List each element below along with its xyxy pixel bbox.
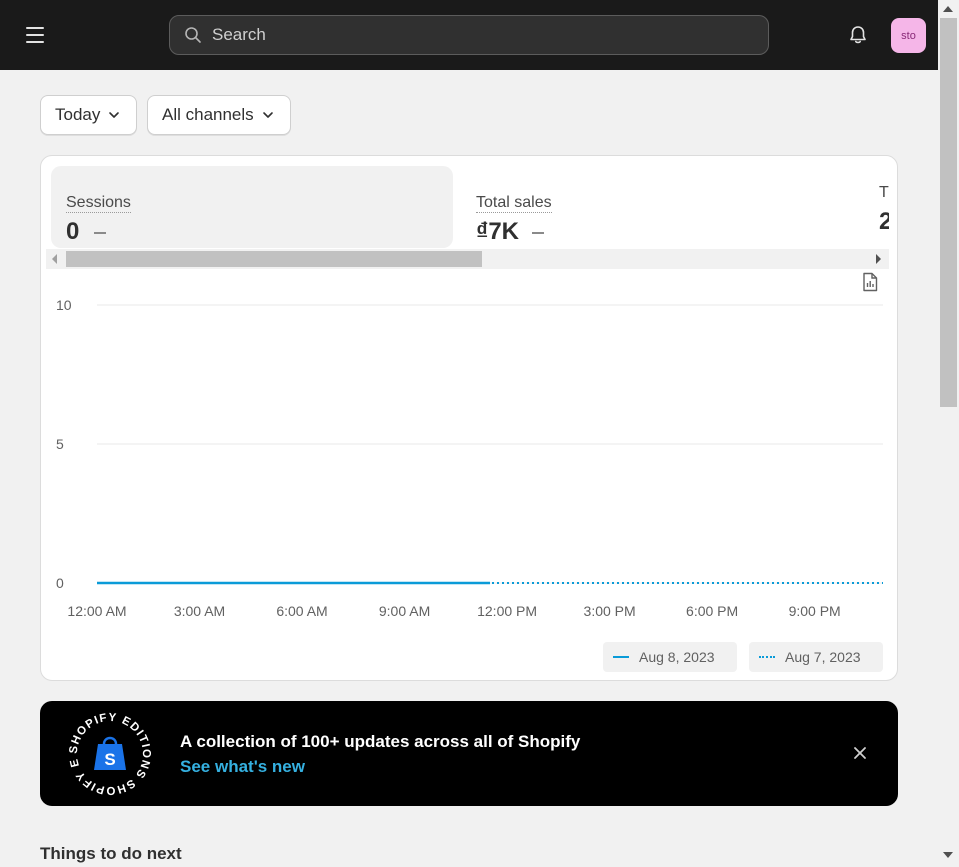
scroll-down-arrow-icon[interactable] (943, 852, 953, 858)
x-tick-label: 12:00 PM (477, 603, 537, 619)
avatar[interactable]: sto (891, 18, 926, 53)
chevron-down-icon (109, 112, 120, 118)
x-tick-label: 6:00 AM (276, 603, 327, 619)
metric-label: Sessions (66, 194, 131, 213)
scroll-left-arrow-icon[interactable] (52, 254, 57, 264)
search-bar[interactable] (169, 15, 769, 55)
notification-bell-icon[interactable] (847, 24, 869, 46)
trend-dash-icon (532, 232, 544, 234)
close-icon[interactable] (852, 745, 868, 761)
metric-value: 2 (879, 208, 889, 236)
menu-icon[interactable] (22, 22, 48, 48)
dotted-line-swatch-icon (759, 656, 775, 658)
editions-banner: SHOPIFY EDITIONS SHOPIFY EDITIONS S A co… (40, 701, 898, 806)
search-icon (185, 27, 201, 43)
metrics-horizontal-scrollbar[interactable] (46, 249, 889, 269)
metric-label: T (879, 184, 889, 201)
metric-value: 0 (66, 218, 80, 245)
vertical-scrollbar[interactable] (938, 0, 959, 867)
channel-filter-button[interactable]: All channels (147, 95, 291, 135)
x-tick-label: 3:00 AM (174, 603, 225, 619)
metric-total-sales[interactable]: Total sales ₫7K (461, 166, 861, 248)
top-bar: sto (0, 0, 938, 70)
things-to-do-next-heading: Things to do next (40, 844, 182, 863)
x-tick-label: 9:00 PM (789, 603, 841, 619)
x-tick-label: 12:00 AM (67, 603, 126, 619)
see-whats-new-link[interactable]: See what's new (180, 757, 305, 777)
analytics-card: Sessions 0 Total sales ₫7K T 2 105012:00… (40, 155, 898, 681)
channel-filter-label: All channels (162, 105, 254, 124)
banner-title: A collection of 100+ updates across all … (180, 732, 581, 751)
scrollbar-thumb[interactable] (940, 18, 957, 407)
x-tick-label: 3:00 PM (584, 603, 636, 619)
x-tick-label: 6:00 PM (686, 603, 738, 619)
legend-item-aug-7[interactable]: Aug 7, 2023 (749, 642, 883, 672)
solid-line-swatch-icon (613, 656, 629, 658)
scroll-right-arrow-icon[interactable] (876, 254, 881, 264)
trend-dash-icon (94, 232, 106, 234)
date-range-button[interactable]: Today (40, 95, 137, 135)
legend-label: Aug 8, 2023 (639, 649, 715, 665)
svg-text:S: S (104, 750, 115, 769)
legend-label: Aug 7, 2023 (785, 649, 861, 665)
y-tick-label: 10 (56, 297, 72, 313)
date-range-label: Today (55, 105, 101, 124)
scrollbar-thumb[interactable] (66, 251, 482, 267)
x-tick-label: 9:00 AM (379, 603, 430, 619)
metric-value: ₫7K (476, 218, 519, 245)
sessions-chart: 10 5 012:00 AM 3:00 AM 6:00 AM 9:00 AM 12:00 P… (56, 297, 883, 619)
y-tick-label: 5 (56, 436, 64, 452)
scroll-up-arrow-icon[interactable] (943, 6, 953, 12)
metric-sessions[interactable]: Sessions 0 (51, 166, 453, 248)
legend-item-aug-8[interactable]: Aug 8, 2023 (603, 642, 737, 672)
chevron-down-icon (262, 112, 273, 118)
shopify-editions-badge: SHOPIFY EDITIONS SHOPIFY EDITIONS S (64, 708, 156, 800)
search-input[interactable] (212, 25, 732, 45)
y-tick-label: 0 (56, 575, 64, 591)
metric-label: Total sales (476, 194, 552, 213)
